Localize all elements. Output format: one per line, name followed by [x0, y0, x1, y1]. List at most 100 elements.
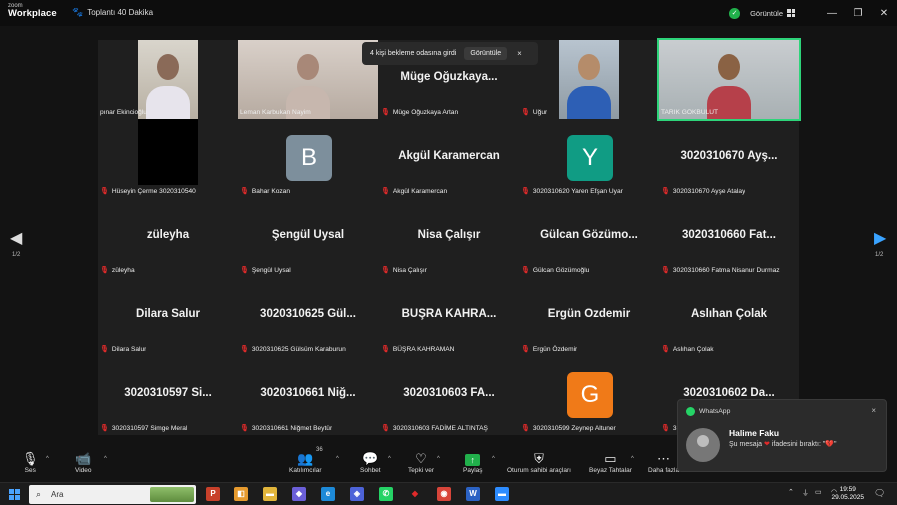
react-button[interactable]: ♡ Tepki ver: [408, 451, 434, 474]
participant-tile[interactable]: Y 🎙 3020310620 Yaren Efşan Uyar: [519, 119, 659, 198]
participant-name-text: Leman Karbukan Nayim: [240, 109, 311, 116]
participant-tile[interactable]: Ergün Özdemir 🎙 Ergün Özdemir: [519, 277, 659, 356]
prev-page-icon[interactable]: ◀: [10, 228, 22, 248]
share-button[interactable]: ↑ Paylaş: [463, 451, 483, 474]
usb-icon[interactable]: ⏚: [802, 488, 809, 498]
participant-tile[interactable]: Şengül Uysal 🎙 Şengül Uysal: [238, 198, 378, 277]
participant-name-text: Bahar Kozan: [251, 187, 291, 195]
chrome-icon[interactable]: ◉: [437, 487, 451, 501]
participant-tile[interactable]: 🎙 Uğur: [519, 40, 659, 119]
notification-header: WhatsApp: [686, 407, 730, 416]
more-button[interactable]: ⋯ Daha fazla: [648, 451, 679, 474]
participant-name-label: 🎙 Ergün Özdemir: [521, 345, 577, 354]
participant-tile[interactable]: G 🎙 3020310599 Zeynep Altuner: [519, 356, 659, 435]
next-page-icon[interactable]: ▶: [874, 228, 886, 248]
powerpoint-icon[interactable]: P: [206, 487, 220, 501]
participant-tile[interactable]: BÜŞRA KAHRA... 🎙 BÜŞRA KAHRAMAN: [379, 277, 519, 356]
share-caret-icon[interactable]: ^: [492, 456, 495, 462]
whiteboard-caret-icon[interactable]: ^: [631, 456, 634, 462]
participant-tile[interactable]: 3020310660 Fat... 🎙 3020310660 Fatma Nisan…: [659, 198, 799, 277]
participant-tile[interactable]: züleyha 🎙 züleyha: [98, 198, 238, 277]
muted-mic-icon: 🎙: [661, 346, 670, 353]
participant-tile[interactable]: TARIK GÖKBULUT: [657, 38, 801, 121]
chat-button[interactable]: 💬 Sohbet: [360, 451, 381, 474]
participant-display-name: 3020310597 Si...: [124, 387, 212, 399]
participant-tile[interactable]: Akgül Karamercan 🎙 Akgül Karamercan: [379, 119, 519, 198]
participant-tile[interactable]: 3020310597 Si... 🎙 3020310597 Simge Meral: [98, 356, 238, 435]
whiteboard-button[interactable]: ▭ Beyaz Tahtalar: [589, 451, 632, 474]
participant-tile[interactable]: Gülcan Gözümo... 🎙 Gülcan Gözümoğlu: [519, 198, 659, 277]
file-explorer-icon[interactable]: ▬: [263, 487, 277, 501]
muted-mic-icon: 🎙: [381, 188, 390, 195]
windows-start-icon[interactable]: [9, 489, 20, 500]
participant-name-label: 🎙 3020310599 Zeynep Altuner: [521, 424, 616, 433]
participant-tile[interactable]: 3020310661 Niğ... 🎙 3020310661 Niğmet Beyt…: [238, 356, 378, 435]
waiting-view-button[interactable]: Görüntüle: [464, 47, 508, 60]
participant-tile[interactable]: 3020310603 FA... 🎙 3020310603 FADİME ALTIN…: [379, 356, 519, 435]
zoom-taskbar-icon[interactable]: ▬: [495, 487, 509, 501]
view-button[interactable]: Görüntüle: [750, 9, 783, 18]
banner-close-icon[interactable]: ×: [517, 49, 522, 58]
participant-tile[interactable]: Nisa Çalışır 🎙 Nisa Çalışır: [379, 198, 519, 277]
audio-button[interactable]: 🎙 Ses: [22, 451, 39, 474]
participant-tile[interactable]: pınar Ekincioğlu: [98, 40, 238, 119]
host-tools-button[interactable]: ⛨ Oturum sahibi araçları: [507, 451, 571, 474]
participant-tile[interactable]: 3020310670 Ayş... 🎙 3020310670 Ayşe Atalay: [659, 119, 799, 198]
muted-mic-icon: 🎙: [661, 188, 670, 195]
participant-name-text: Gülcan Gözümoğlu: [532, 266, 590, 274]
page-indicator-right: 1/2: [875, 252, 884, 258]
grid-view-icon[interactable]: [787, 9, 795, 17]
participant-display-name: Şengül Uysal: [271, 229, 345, 241]
participants-button[interactable]: 👥 Katılımcılar: [289, 451, 322, 474]
participant-name-text: 3020310597 Simge Meral: [111, 424, 188, 432]
participant-tile[interactable]: B 🎙 Bahar Kozan: [238, 119, 378, 198]
edge-icon[interactable]: e: [321, 487, 335, 501]
shield-icon[interactable]: ✓: [729, 7, 741, 19]
anydesk-icon[interactable]: ◆: [408, 487, 422, 501]
minimize-icon[interactable]: —: [819, 8, 845, 19]
app-icon[interactable]: ◈: [350, 487, 364, 501]
message-body: ifadesini bıraktı: ": [771, 441, 826, 448]
heart-icon: ❤: [764, 441, 770, 448]
meeting-title: Toplantı 40 Dakika: [87, 8, 154, 17]
taskbar-search[interactable]: ⌕ Ara: [29, 485, 196, 504]
tray-chevron-icon[interactable]: ⌃: [788, 488, 794, 496]
meeting-info[interactable]: 🐾 Toplantı 40 Dakika: [72, 7, 153, 18]
participant-display-name: 3020310602 Da...: [683, 387, 775, 399]
video-button[interactable]: 📹 Video: [75, 451, 92, 474]
participant-tile[interactable]: Dilara Salur 🎙 Dilara Salur: [98, 277, 238, 356]
sticky-app-icon[interactable]: ◧: [234, 487, 248, 501]
react-caret-icon[interactable]: ^: [437, 456, 440, 462]
chat-caret-icon[interactable]: ^: [388, 456, 391, 462]
participant-tile[interactable]: 🎙 Hüseyin Çerme 3020310540: [98, 119, 238, 198]
notification-close-icon[interactable]: ×: [871, 406, 876, 415]
participant-tile[interactable]: 3020310625 Gül... 🎙 3020310625 Gülsüm Kara…: [238, 277, 378, 356]
muted-mic-icon: 🎙: [240, 188, 249, 195]
participant-name-text: züleyha: [111, 266, 135, 274]
whatsapp-notification[interactable]: WhatsApp × Halime Faku Şu mesaja ❤ ifade…: [677, 399, 887, 472]
copilot-icon[interactable]: ◆: [292, 487, 306, 501]
restore-icon[interactable]: ❐: [845, 8, 871, 19]
video-caret-icon[interactable]: ^: [104, 456, 107, 462]
participant-name-label: Leman Karbukan Nayim: [240, 109, 311, 116]
participant-name-label: 🎙 Şengül Uysal: [240, 266, 291, 275]
waiting-room-banner: 4 kişi bekleme odasına girdi Görüntüle ×: [362, 42, 538, 65]
participant-name-text: Şengül Uysal: [251, 266, 291, 274]
muted-mic-icon: 🎙: [100, 346, 109, 353]
whatsapp-taskbar-icon[interactable]: ✆: [379, 487, 393, 501]
battery-icon[interactable]: ▭: [815, 488, 822, 496]
whiteboard-label: Beyaz Tahtalar: [589, 467, 632, 474]
participant-tile[interactable]: Aslıhan Çolak 🎙 Aslıhan Çolak: [659, 277, 799, 356]
word-icon[interactable]: W: [466, 487, 480, 501]
participants-caret-icon[interactable]: ^: [336, 456, 339, 462]
whiteboard-icon: ▭: [604, 451, 617, 466]
notification-center-icon[interactable]: 🗨: [874, 488, 885, 499]
page-indicator-left: 1/2: [12, 252, 21, 258]
audio-caret-icon[interactable]: ^: [46, 456, 49, 462]
clock[interactable]: 19:59 29.05.2025: [831, 486, 864, 502]
close-icon[interactable]: ✕: [871, 8, 897, 19]
participant-tile[interactable]: Leman Karbukan Nayim: [238, 40, 378, 119]
heart-reaction-icon: 💔: [825, 441, 835, 448]
participant-name-text: 3: [672, 424, 677, 432]
muted-mic-icon: 🎙: [240, 425, 249, 432]
